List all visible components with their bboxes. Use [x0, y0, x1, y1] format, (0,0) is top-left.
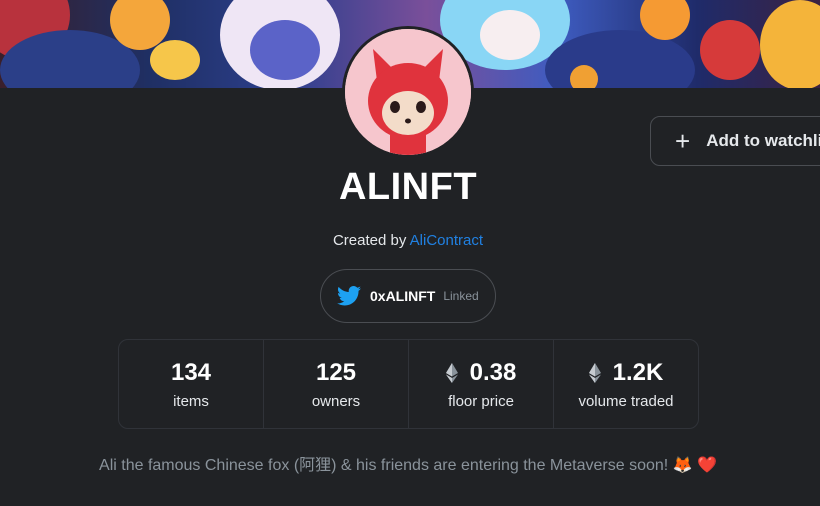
stat-value: 134	[171, 359, 211, 387]
stat-owners[interactable]: 125 owners	[264, 340, 409, 428]
plus-icon: +	[675, 126, 691, 156]
creator-link[interactable]: AliContract	[410, 232, 483, 249]
collection-avatar	[342, 26, 474, 158]
collection-stats: 134 items 125 owners 0.38 floor price 1.…	[118, 339, 699, 429]
created-by-prefix: Created by	[332, 232, 410, 249]
twitter-linked-status: Linked	[443, 289, 479, 303]
twitter-link[interactable]: 0xALINFT Linked	[320, 269, 496, 323]
twitter-handle: 0xALINFT	[370, 288, 436, 304]
ethereum-icon	[588, 362, 601, 383]
stat-number: 0.38	[469, 358, 517, 386]
twitter-icon	[337, 286, 361, 306]
watchlist-label: Add to watchlist	[706, 131, 820, 150]
collection-title: ALINFT	[338, 166, 478, 208]
stat-floor-price[interactable]: 0.38 floor price	[409, 340, 554, 428]
stat-number: 134	[170, 358, 212, 386]
stat-number: 1.2K	[612, 358, 664, 386]
collection-description: Ali the famous Chinese fox (阿狸) & his fr…	[99, 457, 717, 474]
fox-avatar-image	[345, 29, 471, 155]
created-by: Created by AliContract	[0, 232, 816, 249]
stat-value: 0.38	[445, 358, 517, 387]
stat-number: 125	[315, 358, 357, 386]
stat-items[interactable]: 134 items	[119, 340, 264, 428]
collection-page: + Add to watchlist ALINFT Created by Ali…	[0, 0, 820, 506]
stat-label: volume traded	[578, 392, 674, 410]
stat-label: owners	[311, 392, 361, 410]
add-to-watchlist-button[interactable]: + Add to watchlist	[650, 116, 820, 166]
stat-volume-traded[interactable]: 1.2K volume traded	[554, 340, 698, 428]
stat-value: 1.2K	[588, 358, 664, 387]
stat-label: floor price	[448, 392, 514, 410]
ethereum-icon	[445, 362, 458, 383]
stat-label: items	[173, 392, 209, 410]
stat-value: 125	[316, 359, 356, 387]
